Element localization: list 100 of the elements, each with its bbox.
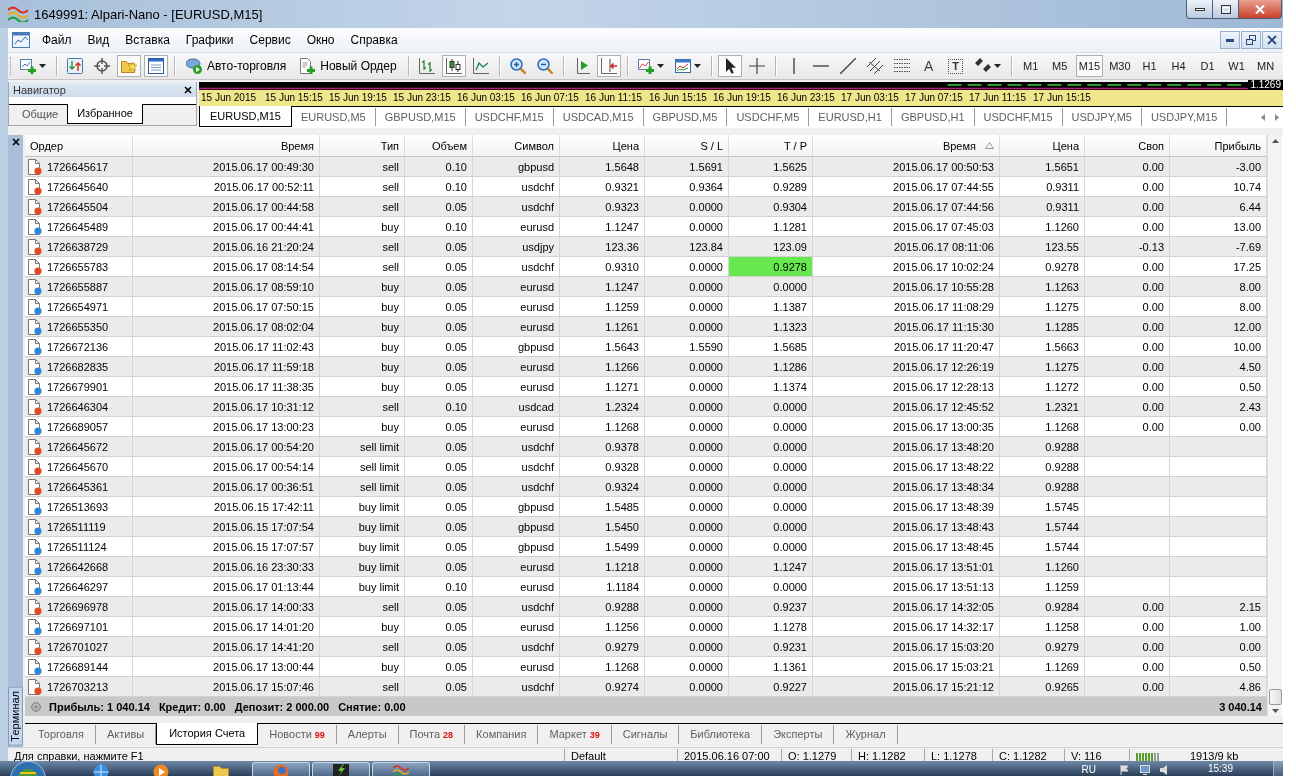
chart-tab[interactable]: GBPUSD,M15 xyxy=(375,108,466,126)
time-label: 15 Jun 2015 xyxy=(201,91,258,105)
menu-item[interactable]: Сервис xyxy=(241,30,299,50)
terminal-side-label[interactable]: Терминал xyxy=(8,687,23,746)
minimize-button[interactable] xyxy=(1220,31,1240,49)
table-cell: 0.0000 xyxy=(645,457,729,476)
vertical-scrollbar[interactable] xyxy=(1267,135,1282,716)
column-header[interactable]: Время xyxy=(813,135,1000,157)
table-cell: 0.05 xyxy=(405,197,473,216)
table-cell: 0.0000 xyxy=(645,577,729,596)
table-cell: 1.1285 xyxy=(1000,317,1085,336)
clock[interactable]: 15:39 xyxy=(1207,762,1233,776)
chart-tab[interactable]: USDCAD,M15 xyxy=(553,108,644,126)
restore-button[interactable] xyxy=(1241,31,1261,49)
new-order-button[interactable]: Новый Ордер xyxy=(294,55,402,77)
column-header[interactable]: Своп xyxy=(1085,135,1170,157)
chart-tab[interactable]: GBPUSD,H1 xyxy=(891,108,975,126)
table-cell: sell xyxy=(320,197,405,216)
table-cell: sell xyxy=(320,257,405,276)
start-button[interactable] xyxy=(10,761,46,776)
table-cell: usdchf xyxy=(473,477,560,496)
column-header[interactable]: Тип xyxy=(320,135,405,157)
panel-tab[interactable]: Новости 99 xyxy=(258,725,337,744)
close-icon[interactable] xyxy=(184,85,192,94)
menu-item[interactable]: Файл xyxy=(34,30,80,50)
timeframe-button[interactable]: M30 xyxy=(1106,55,1134,77)
menu-item[interactable]: Вид xyxy=(79,30,118,50)
up-arrow-icon[interactable] xyxy=(1271,139,1279,143)
column-header[interactable]: Ордер xyxy=(25,135,133,157)
panel-tab[interactable]: История Счета xyxy=(156,723,259,745)
panel-tab[interactable]: Эксперты xyxy=(762,725,835,744)
chart-tab[interactable]: USDCHF,M5 xyxy=(727,108,810,126)
chart-tab[interactable]: USDCHF,M15 xyxy=(974,108,1063,126)
chart-tab[interactable]: GBPUSD,M5 xyxy=(643,108,728,126)
column-header[interactable]: S / L xyxy=(645,135,729,157)
timeframe-button[interactable]: MN xyxy=(1252,55,1279,77)
close-icon[interactable] xyxy=(11,138,20,146)
flag-icon[interactable] xyxy=(1119,765,1130,775)
toolbar-button[interactable] xyxy=(441,55,466,77)
timeframe-button[interactable]: W1 xyxy=(1223,55,1250,77)
table-cell: 1.1247 xyxy=(560,217,645,236)
panel-tab[interactable]: Компания xyxy=(465,725,539,744)
panel-tab[interactable]: Маркет 39 xyxy=(538,725,612,744)
timeframe-button[interactable]: H4 xyxy=(1165,55,1192,77)
panel-tab[interactable]: Сигналы xyxy=(611,725,680,744)
minimize-button[interactable] xyxy=(1186,0,1212,19)
panel-tab[interactable]: Библиотека xyxy=(679,725,763,744)
menu-item[interactable]: Окно xyxy=(298,30,343,50)
close-button[interactable] xyxy=(1238,0,1282,19)
toolbar-button[interactable] xyxy=(717,55,742,77)
toolbar-button[interactable] xyxy=(144,55,168,77)
close-button[interactable] xyxy=(1262,31,1282,49)
show-desktop-button[interactable] xyxy=(1273,761,1283,776)
panel-tab[interactable]: Алерты xyxy=(336,725,399,744)
scroll-thumb[interactable] xyxy=(1268,689,1282,705)
menu-item[interactable]: Вставка xyxy=(117,30,178,50)
table-cell: 2015.06.17 13:48:39 xyxy=(813,497,1000,516)
chart-tab[interactable]: USDJPY,M15 xyxy=(1141,108,1228,126)
down-arrow-icon[interactable] xyxy=(1271,709,1279,713)
table-cell: 0.05 xyxy=(405,637,473,656)
table-cell: 0.05 xyxy=(405,457,473,476)
column-header[interactable]: Прибыль xyxy=(1170,135,1267,157)
table-cell: 2015.06.17 00:52:11 xyxy=(133,177,320,196)
scroll-right-icon[interactable] xyxy=(1275,114,1279,121)
timeframe-button[interactable]: H1 xyxy=(1136,55,1163,77)
menu-item[interactable]: Справка xyxy=(342,30,406,50)
chart-tab[interactable]: EURUSD,M15 xyxy=(199,106,292,127)
order-number: 1726672136 xyxy=(47,340,109,353)
monitor-icon[interactable] xyxy=(1139,765,1150,775)
label-tool-button[interactable]: T xyxy=(943,55,968,77)
panel-tab[interactable]: Почта 28 xyxy=(398,725,466,744)
chart-document-icon[interactable] xyxy=(12,32,30,48)
column-header[interactable]: Время xyxy=(133,135,320,157)
auto-trading-button[interactable]: Авто-торговля xyxy=(181,55,292,77)
maximize-button[interactable] xyxy=(1212,0,1238,19)
column-header[interactable]: Символ xyxy=(473,135,560,157)
chart-tab[interactable]: USDCHF,M15 xyxy=(465,108,554,126)
column-header[interactable]: Цена xyxy=(1000,135,1085,157)
chart-tab[interactable]: EURUSD,H1 xyxy=(809,108,892,126)
taskbar-button[interactable] xyxy=(312,762,370,776)
language-indicator[interactable]: RU xyxy=(1081,763,1096,776)
chart-tab[interactable]: USDJPY,M5 xyxy=(1062,108,1142,126)
menu-item[interactable]: Графики xyxy=(177,30,242,50)
timeframe-button[interactable]: M15 xyxy=(1075,55,1104,77)
timeframe-button[interactable]: D1 xyxy=(1194,55,1221,77)
column-header[interactable]: T / P xyxy=(729,135,813,157)
panel-tab[interactable]: Избранное xyxy=(67,104,143,124)
timeframe-button[interactable]: M1 xyxy=(1017,55,1044,77)
text-tool-button[interactable]: A xyxy=(916,55,941,77)
column-header[interactable]: Цена xyxy=(560,135,645,157)
panel-tab[interactable]: Журнал xyxy=(834,725,898,744)
timeframe-button[interactable]: M5 xyxy=(1046,55,1073,77)
time-label: 16 Jun 19:15 xyxy=(713,91,772,105)
table-cell: buy limit xyxy=(320,577,405,596)
panel-tab[interactable]: Торговля xyxy=(27,725,96,744)
table-cell: 0.00 xyxy=(1085,177,1170,196)
panel-tab[interactable]: Общие xyxy=(13,105,68,124)
chart-tab[interactable]: EURUSD,M5 xyxy=(291,108,376,126)
scroll-left-icon[interactable] xyxy=(1261,114,1265,121)
column-header[interactable]: Объем xyxy=(405,135,473,157)
